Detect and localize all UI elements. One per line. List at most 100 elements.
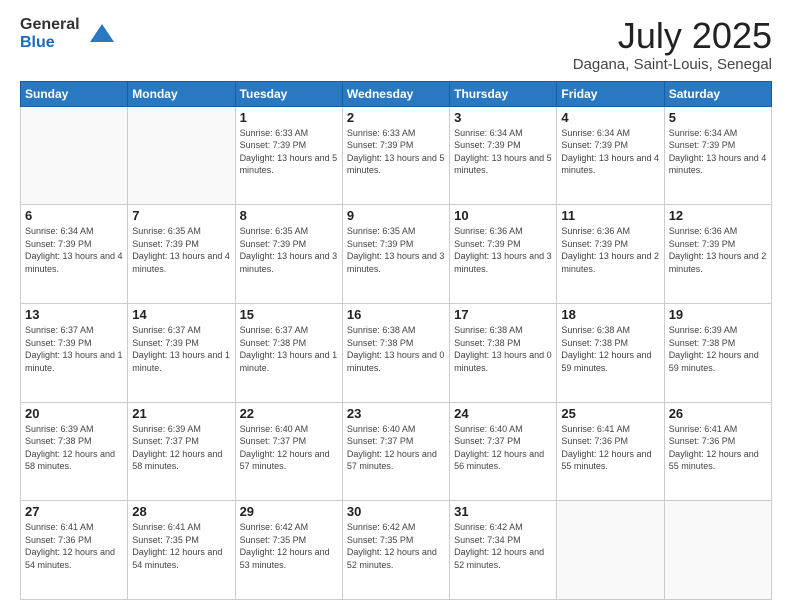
day-number: 9	[347, 208, 445, 223]
calendar-week-row: 27 Sunrise: 6:41 AM Sunset: 7:36 PM Dayli…	[21, 501, 772, 600]
weekday-header: Thursday	[450, 81, 557, 106]
day-number: 10	[454, 208, 552, 223]
logo-icon	[88, 20, 116, 48]
calendar-week-row: 13 Sunrise: 6:37 AM Sunset: 7:39 PM Dayli…	[21, 303, 772, 402]
calendar-day-cell: 21 Sunrise: 6:39 AM Sunset: 7:37 PM Dayli…	[128, 402, 235, 501]
logo-blue: Blue	[20, 34, 80, 52]
calendar-day-cell: 16Sunrise: 6:38 AM Sunset: 7:38 PM Dayli…	[342, 303, 449, 402]
day-info: Sunrise: 6:37 AM Sunset: 7:39 PM Dayligh…	[132, 324, 230, 374]
calendar-day-cell	[557, 501, 664, 600]
day-number: 19	[669, 307, 767, 322]
calendar-day-cell	[664, 501, 771, 600]
location-title: Dagana, Saint-Louis, Senegal	[573, 56, 772, 73]
calendar-day-cell: 8 Sunrise: 6:35 AM Sunset: 7:39 PM Daylig…	[235, 205, 342, 304]
day-number: 5	[669, 110, 767, 125]
calendar-day-cell: 19Sunrise: 6:39 AM Sunset: 7:38 PM Dayli…	[664, 303, 771, 402]
calendar-day-cell: 1Sunrise: 6:33 AM Sunset: 7:39 PM Daylig…	[235, 106, 342, 205]
day-info: Sunrise: 6:40 AM Sunset: 7:37 PM Dayligh…	[347, 423, 445, 473]
calendar-day-cell: 12 Sunrise: 6:36 AM Sunset: 7:39 PM Dayli…	[664, 205, 771, 304]
day-info: Sunrise: 6:37 AM Sunset: 7:39 PM Dayligh…	[25, 324, 123, 374]
day-number: 4	[561, 110, 659, 125]
calendar-day-cell: 31Sunrise: 6:42 AM Sunset: 7:34 PM Dayli…	[450, 501, 557, 600]
calendar-week-row: 20 Sunrise: 6:39 AM Sunset: 7:38 PM Dayli…	[21, 402, 772, 501]
calendar-day-cell: 5 Sunrise: 6:34 AM Sunset: 7:39 PM Daylig…	[664, 106, 771, 205]
day-number: 12	[669, 208, 767, 223]
calendar-day-cell: 28 Sunrise: 6:41 AM Sunset: 7:35 PM Dayli…	[128, 501, 235, 600]
day-info: Sunrise: 6:39 AM Sunset: 7:38 PM Dayligh…	[25, 423, 123, 473]
day-number: 6	[25, 208, 123, 223]
day-info: Sunrise: 6:38 AM Sunset: 7:38 PM Dayligh…	[561, 324, 659, 374]
day-number: 20	[25, 406, 123, 421]
day-number: 29	[240, 504, 338, 519]
day-number: 17	[454, 307, 552, 322]
calendar-day-cell: 29Sunrise: 6:42 AM Sunset: 7:35 PM Dayli…	[235, 501, 342, 600]
day-info: Sunrise: 6:35 AM Sunset: 7:39 PM Dayligh…	[240, 225, 338, 275]
day-info: Sunrise: 6:34 AM Sunset: 7:39 PM Dayligh…	[561, 127, 659, 177]
day-number: 22	[240, 406, 338, 421]
calendar-day-cell	[21, 106, 128, 205]
calendar-day-cell: 23 Sunrise: 6:40 AM Sunset: 7:37 PM Dayli…	[342, 402, 449, 501]
weekday-header: Saturday	[664, 81, 771, 106]
day-info: Sunrise: 6:40 AM Sunset: 7:37 PM Dayligh…	[240, 423, 338, 473]
day-info: Sunrise: 6:34 AM Sunset: 7:39 PM Dayligh…	[454, 127, 552, 177]
calendar-day-cell: 24 Sunrise: 6:40 AM Sunset: 7:37 PM Dayli…	[450, 402, 557, 501]
calendar-day-cell: 4 Sunrise: 6:34 AM Sunset: 7:39 PM Daylig…	[557, 106, 664, 205]
day-info: Sunrise: 6:41 AM Sunset: 7:36 PM Dayligh…	[25, 521, 123, 571]
calendar-day-cell: 6 Sunrise: 6:34 AM Sunset: 7:39 PM Daylig…	[21, 205, 128, 304]
day-number: 16	[347, 307, 445, 322]
calendar-day-cell: 30 Sunrise: 6:42 AM Sunset: 7:35 PM Dayli…	[342, 501, 449, 600]
day-info: Sunrise: 6:34 AM Sunset: 7:39 PM Dayligh…	[25, 225, 123, 275]
day-number: 13	[25, 307, 123, 322]
calendar-day-cell: 25Sunrise: 6:41 AM Sunset: 7:36 PM Dayli…	[557, 402, 664, 501]
calendar-day-cell: 11Sunrise: 6:36 AM Sunset: 7:39 PM Dayli…	[557, 205, 664, 304]
calendar-day-cell: 18 Sunrise: 6:38 AM Sunset: 7:38 PM Dayli…	[557, 303, 664, 402]
day-number: 18	[561, 307, 659, 322]
calendar-day-cell: 17 Sunrise: 6:38 AM Sunset: 7:38 PM Dayli…	[450, 303, 557, 402]
day-info: Sunrise: 6:42 AM Sunset: 7:35 PM Dayligh…	[347, 521, 445, 571]
day-info: Sunrise: 6:42 AM Sunset: 7:34 PM Dayligh…	[454, 521, 552, 571]
day-number: 23	[347, 406, 445, 421]
day-info: Sunrise: 6:33 AM Sunset: 7:39 PM Dayligh…	[240, 127, 338, 177]
header: General Blue July 2025 Dagana, Saint-Lou…	[20, 16, 772, 73]
day-info: Sunrise: 6:41 AM Sunset: 7:36 PM Dayligh…	[669, 423, 767, 473]
logo-general: General	[20, 16, 80, 34]
month-title: July 2025	[573, 16, 772, 56]
day-number: 24	[454, 406, 552, 421]
day-info: Sunrise: 6:40 AM Sunset: 7:37 PM Dayligh…	[454, 423, 552, 473]
calendar-day-cell: 3Sunrise: 6:34 AM Sunset: 7:39 PM Daylig…	[450, 106, 557, 205]
weekday-header: Friday	[557, 81, 664, 106]
day-number: 8	[240, 208, 338, 223]
calendar-day-cell: 10 Sunrise: 6:36 AM Sunset: 7:39 PM Dayli…	[450, 205, 557, 304]
day-number: 30	[347, 504, 445, 519]
calendar-day-cell: 2 Sunrise: 6:33 AM Sunset: 7:39 PM Daylig…	[342, 106, 449, 205]
day-info: Sunrise: 6:41 AM Sunset: 7:35 PM Dayligh…	[132, 521, 230, 571]
calendar-day-cell: 26Sunrise: 6:41 AM Sunset: 7:36 PM Dayli…	[664, 402, 771, 501]
logo-text: General Blue	[20, 16, 80, 51]
day-info: Sunrise: 6:36 AM Sunset: 7:39 PM Dayligh…	[669, 225, 767, 275]
calendar-page: General Blue July 2025 Dagana, Saint-Lou…	[0, 0, 792, 612]
day-number: 25	[561, 406, 659, 421]
day-info: Sunrise: 6:33 AM Sunset: 7:39 PM Dayligh…	[347, 127, 445, 177]
day-number: 14	[132, 307, 230, 322]
day-number: 15	[240, 307, 338, 322]
day-info: Sunrise: 6:38 AM Sunset: 7:38 PM Dayligh…	[454, 324, 552, 374]
day-number: 28	[132, 504, 230, 519]
day-info: Sunrise: 6:34 AM Sunset: 7:39 PM Dayligh…	[669, 127, 767, 177]
weekday-header: Wednesday	[342, 81, 449, 106]
weekday-header: Tuesday	[235, 81, 342, 106]
day-number: 21	[132, 406, 230, 421]
day-number: 2	[347, 110, 445, 125]
calendar-table: SundayMondayTuesdayWednesdayThursdayFrid…	[20, 81, 772, 600]
day-number: 27	[25, 504, 123, 519]
calendar-day-cell: 7Sunrise: 6:35 AM Sunset: 7:39 PM Daylig…	[128, 205, 235, 304]
day-info: Sunrise: 6:37 AM Sunset: 7:38 PM Dayligh…	[240, 324, 338, 374]
day-info: Sunrise: 6:35 AM Sunset: 7:39 PM Dayligh…	[132, 225, 230, 275]
day-number: 11	[561, 208, 659, 223]
weekday-header: Sunday	[21, 81, 128, 106]
calendar-day-cell: 13 Sunrise: 6:37 AM Sunset: 7:39 PM Dayli…	[21, 303, 128, 402]
calendar-day-cell: 27 Sunrise: 6:41 AM Sunset: 7:36 PM Dayli…	[21, 501, 128, 600]
day-info: Sunrise: 6:39 AM Sunset: 7:37 PM Dayligh…	[132, 423, 230, 473]
weekday-header-row: SundayMondayTuesdayWednesdayThursdayFrid…	[21, 81, 772, 106]
day-info: Sunrise: 6:36 AM Sunset: 7:39 PM Dayligh…	[454, 225, 552, 275]
calendar-day-cell	[128, 106, 235, 205]
